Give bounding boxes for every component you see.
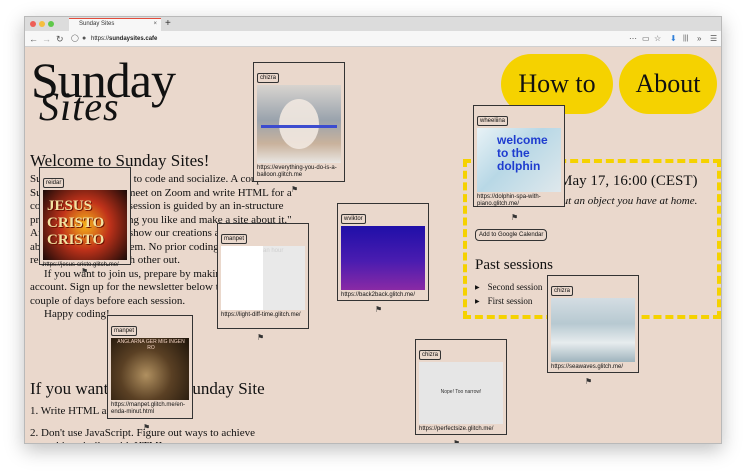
- forward-icon[interactable]: →: [42, 32, 51, 46]
- shield-icon[interactable]: ◯: [71, 32, 79, 46]
- site-link[interactable]: https://seawaves.glitch.me/: [551, 364, 635, 371]
- site-link[interactable]: https://manpet.glitch.me/en-enda-minut.h…: [111, 402, 189, 416]
- author-tag: wviktor: [341, 214, 366, 224]
- flag-icon[interactable]: ⚑: [257, 333, 264, 342]
- add-to-calendar-button[interactable]: Add to Google Calendar: [475, 229, 548, 241]
- thumbnail-text: ANGLARNA GER MIG INGEN RO: [117, 339, 185, 351]
- tab-sunday-sites[interactable]: Sunday Sites ×: [69, 18, 161, 31]
- thumbnail-text: Nope! Too narrow!: [440, 389, 482, 395]
- site-thumbnail: JESUS CRISTO CRISTO: [43, 190, 127, 260]
- flag-icon[interactable]: ⚑: [143, 423, 150, 432]
- past-session-link[interactable]: First session: [475, 295, 542, 309]
- step-item: 2. Don't use JavaScript. Figure out ways…: [30, 426, 255, 444]
- author-tag: manpet: [111, 326, 138, 336]
- author-tag: reidar: [43, 178, 65, 188]
- site-thumbnail: [551, 298, 635, 362]
- back-icon[interactable]: ←: [29, 32, 38, 46]
- nav-bar: ← → ↻ ◯ ● https://sundaysites.cafe ⋯ ▭ ☆…: [25, 31, 721, 47]
- balloon-shape: [279, 99, 319, 149]
- library-icon[interactable]: |||: [683, 32, 688, 46]
- site-card[interactable]: chizra Nope! Too narrow! https://perfect…: [415, 339, 507, 435]
- pocket-icon[interactable]: ▭: [642, 32, 650, 46]
- url-bar[interactable]: https://sundaysites.cafe: [91, 36, 157, 42]
- site-card[interactable]: wheeliina welcome to the dolphin https:/…: [473, 105, 565, 207]
- bookmark-star-icon[interactable]: ☆: [654, 32, 661, 46]
- page-content: Sunday Sites How to About Welcome to Sun…: [25, 47, 721, 444]
- site-link[interactable]: https://perfectsize.glitch.me/: [419, 426, 503, 433]
- site-card[interactable]: manpet ANGLARNA GER MIG INGEN RO https:/…: [107, 315, 193, 419]
- site-card[interactable]: manpet an hour https://light-diff-time.g…: [217, 223, 309, 329]
- author-tag: chizra: [551, 286, 574, 296]
- maximize-window-button[interactable]: [48, 21, 54, 27]
- about-button[interactable]: About: [619, 54, 717, 114]
- site-link[interactable]: https://light-diff-time.glitch.me/: [221, 312, 305, 319]
- site-thumbnail: an hour: [221, 246, 305, 310]
- flag-icon[interactable]: ⚑: [81, 267, 88, 276]
- lock-icon: ●: [82, 35, 87, 42]
- menu-icon[interactable]: ☰: [710, 32, 717, 46]
- close-window-button[interactable]: [30, 21, 36, 27]
- site-thumbnail: [257, 85, 341, 163]
- tab-close-icon[interactable]: ×: [153, 19, 157, 30]
- author-tag: chizra: [419, 350, 442, 360]
- author-tag: manpet: [221, 234, 248, 244]
- url-prefix: https://: [91, 36, 110, 42]
- tab-title: Sunday Sites: [79, 21, 115, 27]
- flag-icon[interactable]: ⚑: [375, 305, 382, 314]
- scribble-line: [261, 125, 337, 128]
- flag-icon[interactable]: ⚑: [291, 185, 298, 194]
- logo-sites[interactable]: Sites: [39, 87, 120, 127]
- thumbnail-text: an hour: [263, 248, 284, 254]
- browser-window: Sunday Sites × + ← → ↻ ◯ ● https://sunda…: [24, 16, 722, 444]
- tab-bar: Sunday Sites × +: [25, 17, 721, 31]
- site-thumbnail: welcome to the dolphin: [477, 128, 561, 192]
- flag-icon[interactable]: ⚑: [585, 377, 592, 386]
- site-thumbnail: [341, 226, 425, 290]
- flag-icon[interactable]: ⚑: [453, 439, 460, 443]
- url-host: sundaysites.cafe: [109, 36, 158, 42]
- author-tag: wheeliina: [477, 116, 509, 126]
- site-card[interactable]: chizra https://everything-you-do-is-a-ba…: [253, 62, 345, 182]
- author-tag: chizra: [257, 73, 280, 83]
- site-link[interactable]: https://everything-you-do-is-a-balloon.g…: [257, 165, 341, 179]
- overflow-icon[interactable]: »: [697, 32, 701, 46]
- minimize-window-button[interactable]: [39, 21, 45, 27]
- site-card[interactable]: chizra https://seawaves.glitch.me/: [547, 275, 639, 373]
- past-sessions-title: Past sessions: [475, 257, 553, 273]
- site-link[interactable]: https://back2back.glitch.me/: [341, 292, 425, 299]
- past-sessions-list: Second session First session: [475, 281, 543, 309]
- flag-icon[interactable]: ⚑: [511, 213, 518, 222]
- site-card[interactable]: reidar JESUS CRISTO CRISTO https://jesus…: [39, 167, 131, 268]
- new-tab-button[interactable]: +: [165, 17, 171, 30]
- site-card[interactable]: wviktor https://back2back.glitch.me/: [337, 203, 429, 301]
- more-icon[interactable]: ⋯: [629, 32, 637, 46]
- site-thumbnail: ANGLARNA GER MIG INGEN RO: [111, 338, 189, 400]
- past-session-link[interactable]: Second session: [475, 281, 543, 295]
- thumbnail-text: JESUS CRISTO CRISTO: [47, 198, 105, 248]
- reload-icon[interactable]: ↻: [56, 32, 64, 46]
- site-link[interactable]: https://dolphin-spa-with-piano.glitch.me…: [477, 194, 561, 208]
- site-thumbnail: Nope! Too narrow!: [419, 362, 503, 424]
- download-icon[interactable]: ⬇: [670, 32, 677, 46]
- thumbnail-text: welcome to the dolphin: [497, 133, 548, 173]
